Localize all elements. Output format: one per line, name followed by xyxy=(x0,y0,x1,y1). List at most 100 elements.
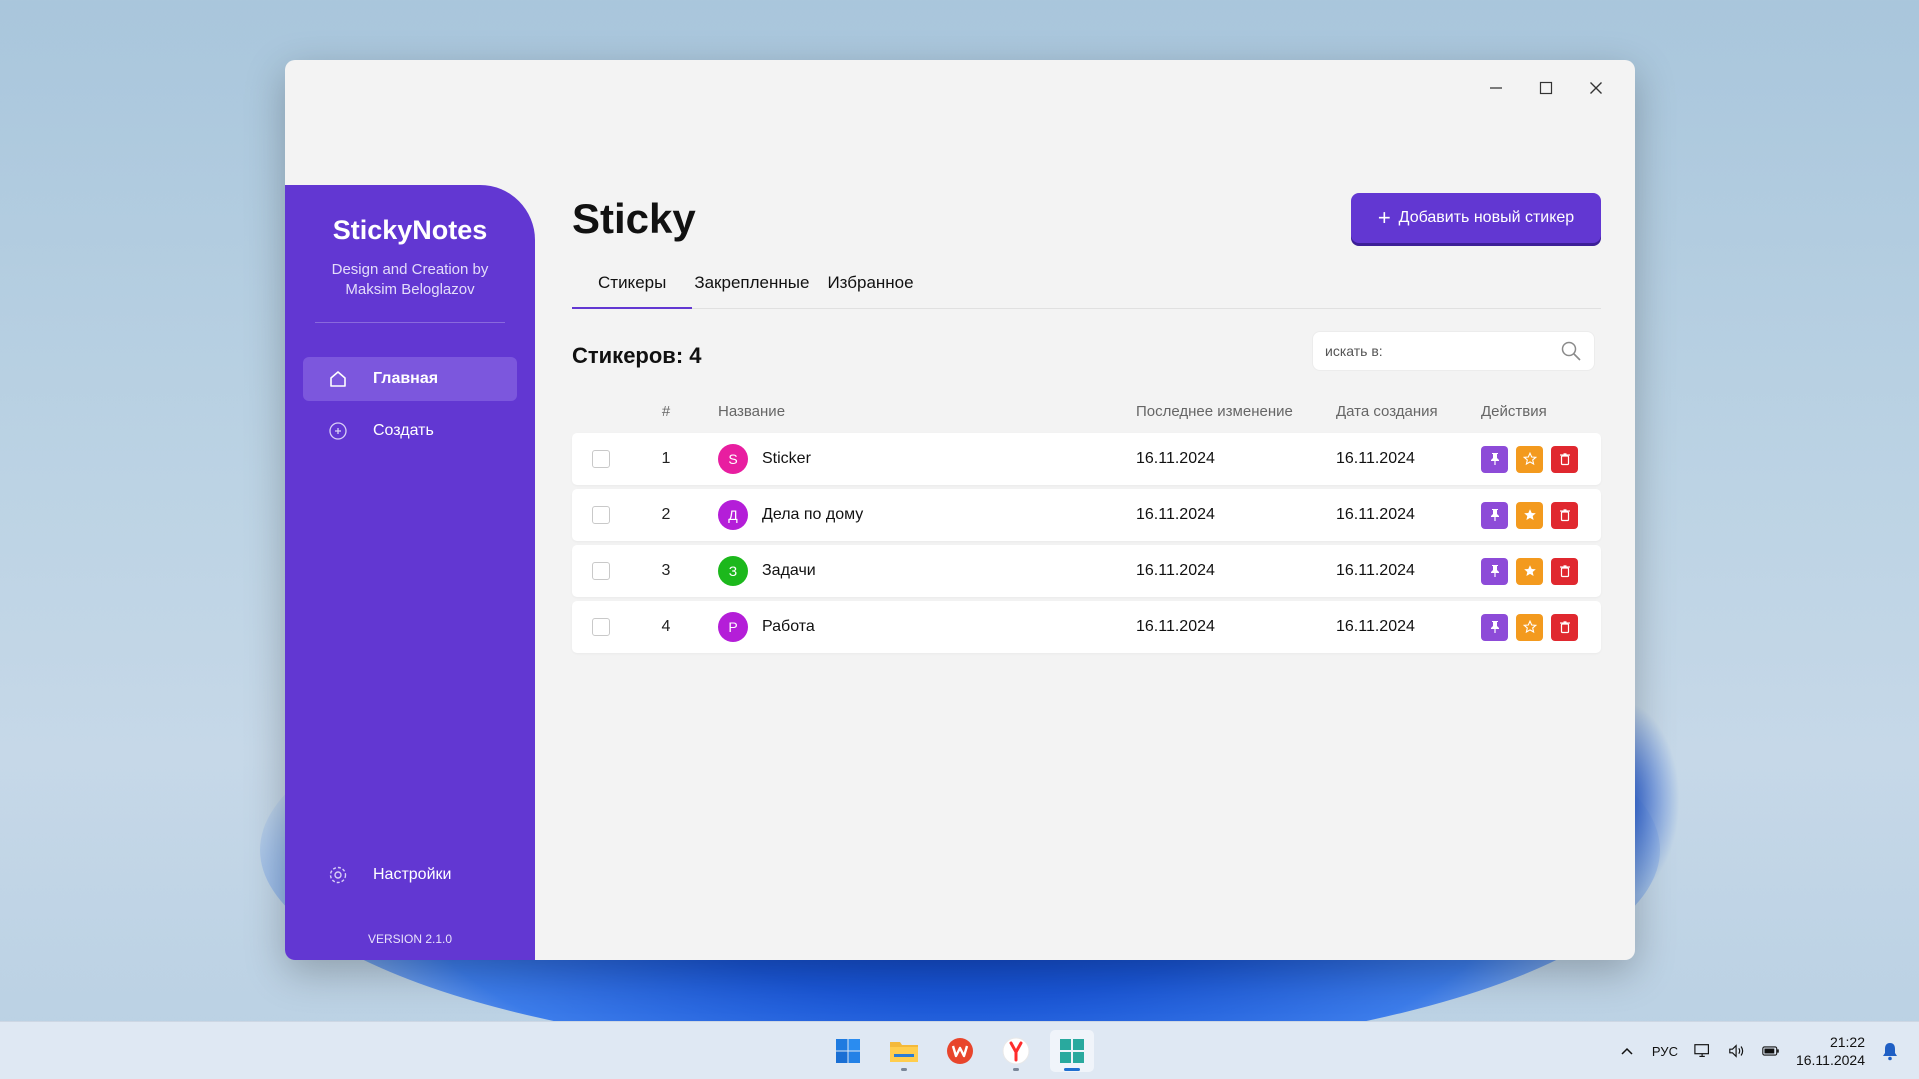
version-label: VERSION 2.1.0 xyxy=(367,932,453,946)
row-num: 1 xyxy=(661,450,671,467)
tab-stickers[interactable]: Стикеры xyxy=(572,265,693,309)
brand-title: StickyNotes xyxy=(332,215,488,245)
home-icon xyxy=(327,368,349,390)
wps-office-icon xyxy=(947,1038,973,1064)
taskbar-yandex-browser[interactable] xyxy=(994,1030,1038,1072)
row-checkbox[interactable] xyxy=(592,618,610,636)
sidebar-item-label: Создать xyxy=(373,422,434,439)
delete-button[interactable] xyxy=(1551,613,1578,641)
maximize-icon xyxy=(1539,81,1553,95)
search-input[interactable] xyxy=(1325,343,1560,359)
language-indicator[interactable]: РУС xyxy=(1652,1044,1678,1059)
pin-icon xyxy=(1490,565,1499,577)
file-explorer-icon xyxy=(890,1042,918,1062)
volume-icon[interactable] xyxy=(1728,1042,1746,1060)
taskbar-wps-office[interactable] xyxy=(938,1030,982,1072)
clock[interactable]: 21:22 16.11.2024 xyxy=(1796,1033,1865,1069)
row-checkbox[interactable] xyxy=(592,450,610,468)
minimize-button[interactable] xyxy=(1471,72,1521,104)
pin-icon xyxy=(1490,453,1499,465)
list-header: Стикеров: 4 xyxy=(572,331,1601,377)
app-window: StickyNotes Design and Creation by Maksi… xyxy=(285,60,1635,960)
clock-date: 16.11.2024 xyxy=(1795,1052,1865,1068)
close-button[interactable] xyxy=(1571,72,1621,104)
taskbar-file-explorer[interactable] xyxy=(882,1030,926,1072)
add-sticker-button[interactable]: + Добавить новый стикер xyxy=(1351,193,1601,243)
sidebar-item-settings[interactable]: Настройки xyxy=(303,853,517,897)
battery-icon[interactable] xyxy=(1762,1042,1780,1060)
network-icon[interactable] xyxy=(1694,1042,1712,1060)
sidebar-nav: Главная Создать xyxy=(285,357,535,453)
gear-icon xyxy=(327,864,349,886)
yandex-browser-icon xyxy=(1002,1037,1030,1065)
add-sticker-label: Добавить новый стикер xyxy=(1398,209,1575,226)
header-created: Дата создания xyxy=(1336,402,1438,420)
avatar: З xyxy=(718,556,748,586)
search-icon[interactable] xyxy=(1560,340,1582,362)
delete-button[interactable] xyxy=(1551,557,1578,585)
tab-favorites[interactable]: Избранное xyxy=(827,265,913,308)
plus-icon: + xyxy=(1377,205,1391,230)
notification-bell-icon[interactable] xyxy=(1881,1042,1899,1061)
taskbar-stickynotes[interactable] xyxy=(1050,1030,1094,1072)
pin-button[interactable] xyxy=(1481,557,1508,585)
favorite-button[interactable] xyxy=(1516,445,1543,473)
avatar: S xyxy=(718,444,748,474)
start-icon xyxy=(836,1039,860,1063)
sidebar-item-label: Главная xyxy=(373,370,439,387)
favorite-button[interactable] xyxy=(1516,613,1543,641)
pin-icon xyxy=(1490,509,1499,521)
clock-time: 21:22 xyxy=(1829,1034,1865,1050)
row-name[interactable]: Работа xyxy=(762,618,815,636)
table-row[interactable]: 1 S Sticker 16.11.2024 16.11.2024 xyxy=(572,433,1601,485)
sidebar-item-create[interactable]: Создать xyxy=(303,409,517,453)
star-filled-icon xyxy=(1523,509,1536,520)
sticker-table: 1 S Sticker 16.11.2024 16.11.2024 2 Д Де… xyxy=(572,433,1601,653)
close-icon xyxy=(1590,82,1602,94)
row-modified: 16.11.2024 xyxy=(1136,562,1215,579)
favorite-button[interactable] xyxy=(1516,501,1543,529)
row-num: 2 xyxy=(661,506,671,523)
pin-icon xyxy=(1490,621,1499,633)
header-modified: Последнее изменение xyxy=(1136,402,1293,420)
pin-button[interactable] xyxy=(1481,445,1508,473)
sidebar: StickyNotes Design and Creation by Maksi… xyxy=(285,185,535,960)
start-button[interactable] xyxy=(826,1030,870,1072)
active-indicator xyxy=(1064,1068,1080,1071)
sidebar-item-label: Настройки xyxy=(373,866,452,883)
table-row[interactable]: 2 Д Дела по дому 16.11.2024 16.11.2024 xyxy=(572,489,1601,541)
delete-button[interactable] xyxy=(1551,501,1578,529)
row-created: 16.11.2024 xyxy=(1336,450,1415,467)
row-checkbox[interactable] xyxy=(592,562,610,580)
row-checkbox[interactable] xyxy=(592,506,610,524)
brand-subtitle: Design and Creation by Maksim Beloglazov xyxy=(285,260,535,300)
header-name: Название xyxy=(718,402,786,420)
row-name[interactable]: Sticker xyxy=(762,450,811,468)
chevron-up-icon[interactable] xyxy=(1618,1042,1636,1060)
sticker-count: Стикеров: 4 xyxy=(572,343,702,368)
row-modified: 16.11.2024 xyxy=(1136,450,1215,467)
window-controls xyxy=(1471,72,1621,104)
search-box xyxy=(1312,331,1595,371)
pin-button[interactable] xyxy=(1481,501,1508,529)
favorite-button[interactable] xyxy=(1516,557,1543,585)
header-actions: Действия xyxy=(1481,402,1547,420)
table-row[interactable]: 4 Р Работа 16.11.2024 16.11.2024 xyxy=(572,601,1601,653)
row-name[interactable]: Дела по дому xyxy=(762,506,863,524)
sidebar-item-home[interactable]: Главная xyxy=(303,357,517,401)
table-row[interactable]: 3 З Задачи 16.11.2024 16.11.2024 xyxy=(572,545,1601,597)
tab-pinned[interactable]: Закрепленные xyxy=(694,265,809,308)
minimize-icon xyxy=(1490,87,1502,89)
pin-button[interactable] xyxy=(1481,613,1508,641)
delete-button[interactable] xyxy=(1551,445,1578,473)
star-outline-icon xyxy=(1522,620,1537,634)
trash-icon xyxy=(1559,565,1570,578)
tab-bar: Стикеры Закрепленные Избранное xyxy=(572,265,1601,309)
maximize-button[interactable] xyxy=(1521,72,1571,104)
main-content: Sticky + Добавить новый стикер Стикеры З… xyxy=(572,185,1601,657)
avatar: Р xyxy=(718,612,748,642)
row-name[interactable]: Задачи xyxy=(762,562,816,580)
row-created: 16.11.2024 xyxy=(1336,506,1415,523)
row-created: 16.11.2024 xyxy=(1336,562,1415,579)
app-grid-icon xyxy=(1060,1039,1084,1063)
